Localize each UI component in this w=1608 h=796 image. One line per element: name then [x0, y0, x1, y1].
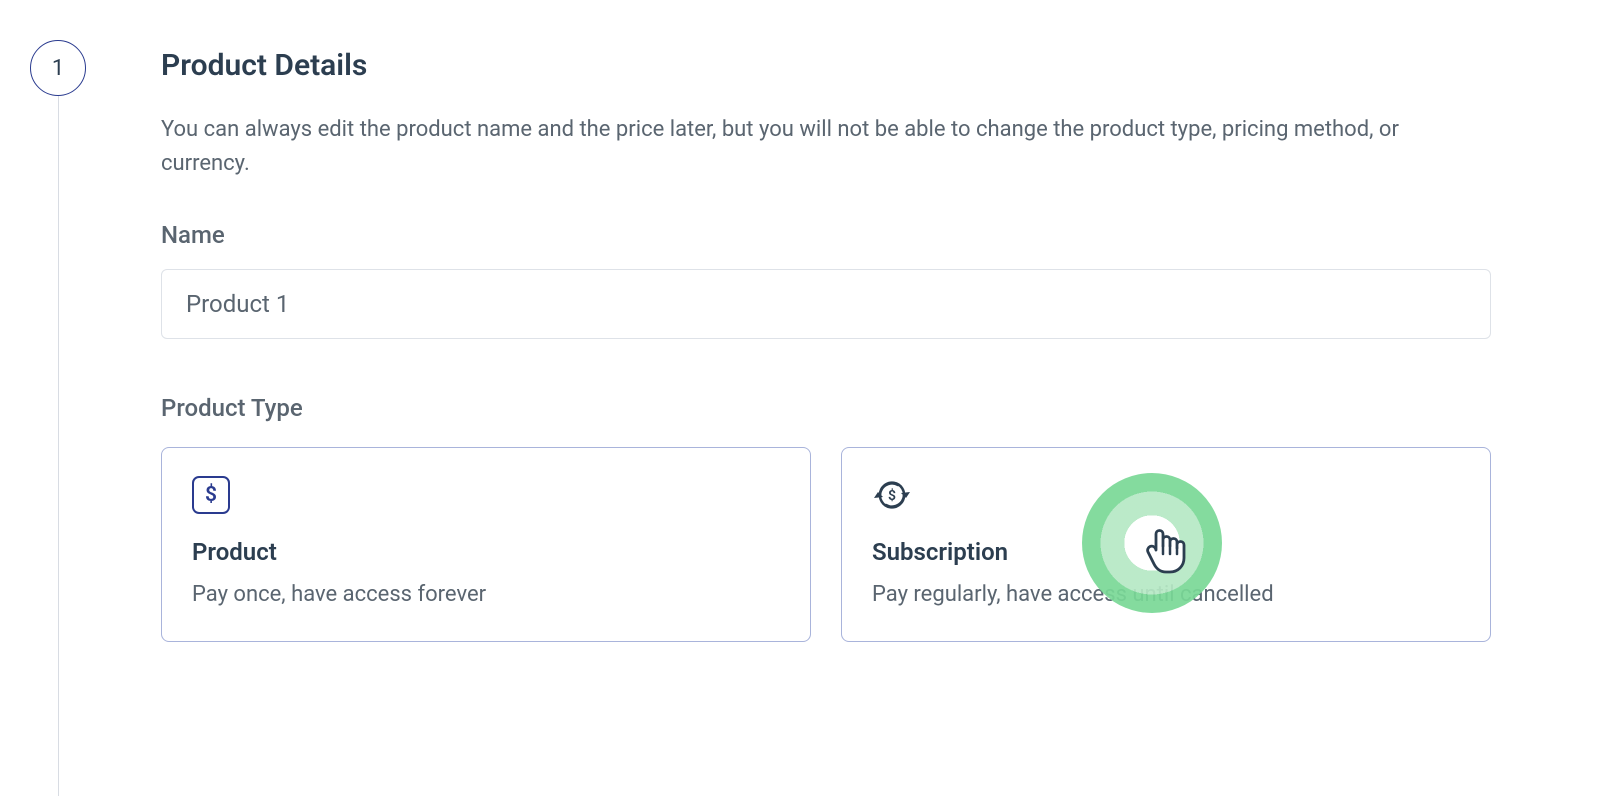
svg-text:$: $ — [888, 487, 896, 504]
name-input[interactable] — [161, 269, 1491, 339]
step-connector-line — [58, 96, 59, 796]
pointer-cursor-icon — [1142, 526, 1186, 578]
product-type-option-subscription[interactable]: $ Subscription Pay regularly, have acces… — [841, 447, 1491, 642]
name-field-label: Name — [161, 221, 1578, 249]
section-description: You can always edit the product name and… — [161, 113, 1481, 181]
product-type-label: Product Type — [161, 394, 1578, 422]
step-number-text: 1 — [52, 56, 64, 81]
option-title-product: Product — [192, 538, 780, 566]
dollar-box-icon: $ — [192, 476, 230, 514]
product-type-option-product[interactable]: $ Product Pay once, have access forever — [161, 447, 811, 642]
section-title: Product Details — [161, 48, 1578, 83]
option-desc-product: Pay once, have access forever — [192, 580, 780, 611]
subscription-cycle-icon: $ — [872, 475, 912, 515]
step-number-badge: 1 — [30, 40, 86, 96]
